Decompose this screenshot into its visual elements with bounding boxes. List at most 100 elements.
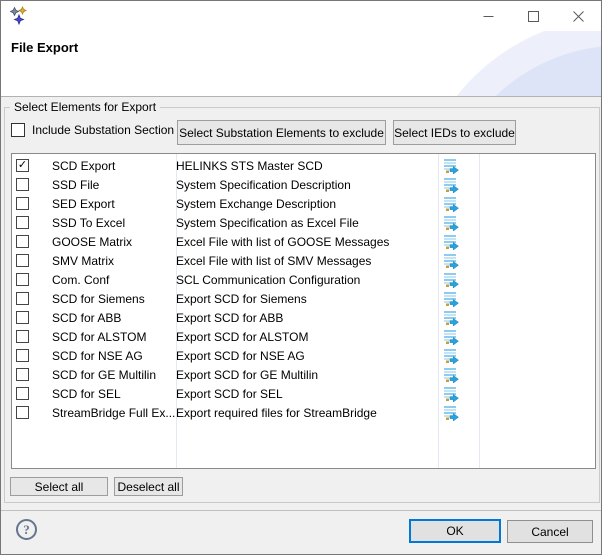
table-row[interactable]: SCD for Siemens Export SCD for Siemens bbox=[12, 289, 595, 308]
row-checkbox[interactable] bbox=[16, 216, 29, 229]
row-description: System Specification as Excel File bbox=[176, 216, 439, 230]
row-checkbox-cell bbox=[12, 254, 52, 267]
row-name: SED Export bbox=[52, 197, 176, 211]
export-arrow-icon[interactable] bbox=[439, 291, 479, 307]
table-row[interactable]: SSD To Excel System Specification as Exc… bbox=[12, 213, 595, 232]
maximize-button[interactable] bbox=[511, 1, 556, 31]
table-row[interactable]: SED Export System Exchange Description bbox=[12, 194, 595, 213]
export-arrow-icon[interactable] bbox=[439, 386, 479, 402]
row-checkbox[interactable] bbox=[16, 292, 29, 305]
row-description: Export SCD for GE Multilin bbox=[176, 368, 439, 382]
row-name: SMV Matrix bbox=[52, 254, 176, 268]
page-title: File Export bbox=[11, 40, 78, 55]
row-checkbox-cell bbox=[12, 387, 52, 400]
row-checkbox[interactable] bbox=[16, 349, 29, 362]
export-arrow-icon[interactable] bbox=[439, 348, 479, 364]
ok-button[interactable]: OK bbox=[409, 519, 501, 543]
table-row[interactable]: SCD for NSE AG Export SCD for NSE AG bbox=[12, 346, 595, 365]
row-description: Export SCD for ABB bbox=[176, 311, 439, 325]
table-row[interactable]: SCD for ALSTOM Export SCD for ALSTOM bbox=[12, 327, 595, 346]
table-row[interactable]: SSD File System Specification Descriptio… bbox=[12, 175, 595, 194]
row-description: System Exchange Description bbox=[176, 197, 439, 211]
export-arrow-icon[interactable] bbox=[439, 367, 479, 383]
row-name: Com. Conf bbox=[52, 273, 176, 287]
footer-separator bbox=[1, 510, 601, 511]
close-button[interactable] bbox=[556, 1, 601, 31]
export-arrow-icon[interactable] bbox=[439, 215, 479, 231]
row-checkbox-cell: ✓ bbox=[12, 159, 52, 172]
help-button[interactable]: ? bbox=[16, 519, 37, 540]
table-row[interactable]: SMV Matrix Excel File with list of SMV M… bbox=[12, 251, 595, 270]
row-description: HELINKS STS Master SCD bbox=[176, 159, 439, 173]
row-name: SCD for NSE AG bbox=[52, 349, 176, 363]
export-arrow-icon[interactable] bbox=[439, 253, 479, 269]
row-checkbox[interactable] bbox=[16, 311, 29, 324]
row-checkbox-cell bbox=[12, 178, 52, 191]
table-row[interactable]: StreamBridge Full Ex... Export required … bbox=[12, 403, 595, 422]
row-checkbox[interactable] bbox=[16, 406, 29, 419]
title-bar bbox=[1, 1, 601, 31]
export-arrow-icon[interactable] bbox=[439, 196, 479, 212]
row-checkbox[interactable] bbox=[16, 254, 29, 267]
row-name: SCD for ALSTOM bbox=[52, 330, 176, 344]
row-description: Excel File with list of SMV Messages bbox=[176, 254, 439, 268]
table-row[interactable]: ✓ SCD Export HELINKS STS Master SCD bbox=[12, 156, 595, 175]
export-arrow-icon[interactable] bbox=[439, 158, 479, 174]
export-table-body: ✓ SCD Export HELINKS STS Master SCD SSD … bbox=[12, 156, 595, 422]
export-arrow-icon[interactable] bbox=[439, 405, 479, 421]
table-row[interactable]: SCD for ABB Export SCD for ABB bbox=[12, 308, 595, 327]
row-description: Export SCD for Siemens bbox=[176, 292, 439, 306]
table-row[interactable]: SCD for GE Multilin Export SCD for GE Mu… bbox=[12, 365, 595, 384]
row-description: Export required files for StreamBridge bbox=[176, 406, 439, 420]
cancel-button[interactable]: Cancel bbox=[507, 520, 593, 543]
row-checkbox[interactable] bbox=[16, 368, 29, 381]
row-description: Export SCD for ALSTOM bbox=[176, 330, 439, 344]
export-options-table[interactable]: ✓ SCD Export HELINKS STS Master SCD SSD … bbox=[11, 153, 596, 469]
row-checkbox[interactable]: ✓ bbox=[16, 159, 29, 172]
row-checkbox-cell bbox=[12, 368, 52, 381]
row-checkbox-cell bbox=[12, 406, 52, 419]
row-checkbox-cell bbox=[12, 292, 52, 305]
select-substation-elements-button[interactable]: Select Substation Elements to exclude bbox=[177, 120, 386, 145]
minimize-button[interactable] bbox=[466, 1, 511, 31]
deselect-all-button[interactable]: Deselect all bbox=[114, 477, 183, 496]
group-label: Select Elements for Export bbox=[10, 100, 160, 114]
wizard-banner: File Export bbox=[1, 31, 601, 96]
row-name: StreamBridge Full Ex... bbox=[52, 406, 176, 420]
row-name: SCD for Siemens bbox=[52, 292, 176, 306]
row-checkbox[interactable] bbox=[16, 235, 29, 248]
include-substation-checkbox[interactable] bbox=[11, 123, 25, 137]
row-description: Excel File with list of GOOSE Messages bbox=[176, 235, 439, 249]
row-name: SCD for GE Multilin bbox=[52, 368, 176, 382]
file-export-dialog: File Export Select Elements for Export I… bbox=[0, 0, 602, 555]
table-row[interactable]: SCD for SEL Export SCD for SEL bbox=[12, 384, 595, 403]
row-checkbox-cell bbox=[12, 197, 52, 210]
export-arrow-icon[interactable] bbox=[439, 272, 479, 288]
table-row[interactable]: GOOSE Matrix Excel File with list of GOO… bbox=[12, 232, 595, 251]
row-checkbox[interactable] bbox=[16, 178, 29, 191]
row-checkbox-cell bbox=[12, 235, 52, 248]
row-checkbox[interactable] bbox=[16, 273, 29, 286]
row-description: Export SCD for NSE AG bbox=[176, 349, 439, 363]
row-name: GOOSE Matrix bbox=[52, 235, 176, 249]
include-substation-label: Include Substation Section bbox=[32, 123, 174, 137]
row-checkbox[interactable] bbox=[16, 197, 29, 210]
table-row[interactable]: Com. Conf SCL Communication Configuratio… bbox=[12, 270, 595, 289]
include-substation-row[interactable]: Include Substation Section bbox=[11, 123, 174, 137]
export-arrow-icon[interactable] bbox=[439, 310, 479, 326]
row-checkbox[interactable] bbox=[16, 330, 29, 343]
export-arrow-icon[interactable] bbox=[439, 234, 479, 250]
row-checkbox-cell bbox=[12, 216, 52, 229]
row-description: System Specification Description bbox=[176, 178, 439, 192]
select-all-button[interactable]: Select all bbox=[10, 477, 108, 496]
row-checkbox[interactable] bbox=[16, 387, 29, 400]
row-name: SSD To Excel bbox=[52, 216, 176, 230]
row-description: SCL Communication Configuration bbox=[176, 273, 439, 287]
row-name: SCD for SEL bbox=[52, 387, 176, 401]
row-name: SSD File bbox=[52, 178, 176, 192]
export-arrow-icon[interactable] bbox=[439, 177, 479, 193]
export-arrow-icon[interactable] bbox=[439, 329, 479, 345]
row-checkbox-cell bbox=[12, 349, 52, 362]
select-ieds-button[interactable]: Select IEDs to exclude bbox=[393, 120, 516, 145]
row-checkbox-cell bbox=[12, 311, 52, 324]
